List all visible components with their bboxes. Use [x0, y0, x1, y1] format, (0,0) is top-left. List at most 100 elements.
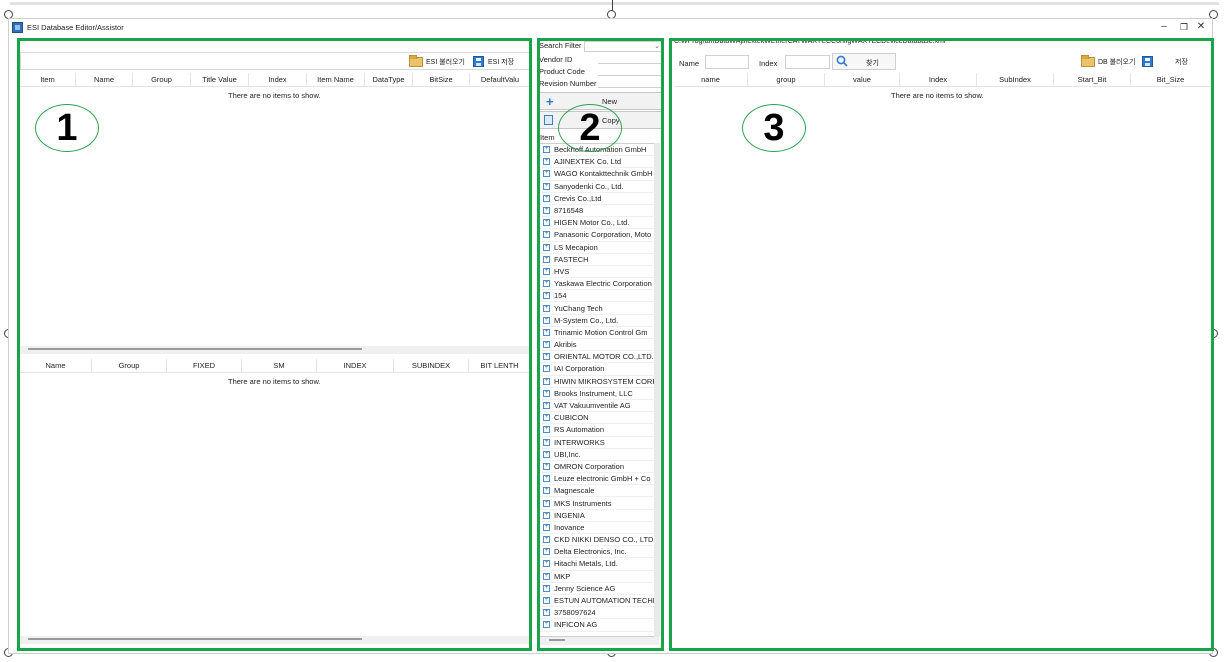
vendor-list-item[interactable]: + Yaskawa Electric Corporation: [540, 278, 658, 291]
column-header[interactable]: INDEX: [317, 359, 394, 372]
expand-icon[interactable]: +: [543, 207, 550, 215]
expand-icon[interactable]: +: [543, 414, 550, 422]
column-header[interactable]: DefaultValu: [470, 73, 530, 86]
vendor-list-item[interactable]: + RS Automation: [540, 424, 658, 437]
expand-icon[interactable]: +: [543, 328, 550, 336]
expand-icon[interactable]: +: [543, 280, 550, 288]
expand-icon[interactable]: +: [543, 548, 550, 556]
column-header[interactable]: Item Name: [307, 73, 365, 86]
vendor-list-item[interactable]: + INGENIA: [540, 510, 658, 522]
expand-icon[interactable]: +: [543, 523, 550, 531]
column-header[interactable]: Index: [900, 73, 977, 86]
vendor-list-item[interactable]: + ORIENTAL MOTOR CO.,LTD.: [540, 351, 658, 364]
scroll-thumb[interactable]: [28, 638, 362, 640]
expand-icon[interactable]: +: [543, 267, 550, 275]
column-header[interactable]: FIXED: [167, 359, 242, 372]
esi-item-grid-hscroll[interactable]: [20, 346, 530, 354]
expand-icon[interactable]: +: [543, 462, 550, 470]
vendor-list-item[interactable]: + Brooks Instrument, LLC: [540, 388, 658, 400]
expand-icon[interactable]: +: [543, 231, 550, 239]
vendor-list-item[interactable]: + Leuze electronic GmbH + Co: [540, 473, 658, 486]
find-button[interactable]: 찾기: [832, 53, 896, 70]
expand-icon[interactable]: +: [543, 316, 550, 324]
expand-icon[interactable]: +: [543, 511, 550, 519]
index-filter-input[interactable]: [785, 55, 830, 69]
expand-icon[interactable]: +: [543, 146, 550, 154]
expand-icon[interactable]: +: [543, 475, 550, 483]
column-header[interactable]: BitSize: [413, 73, 470, 86]
column-header[interactable]: Title Value: [191, 73, 249, 86]
column-header[interactable]: SM: [242, 359, 317, 372]
column-header[interactable]: DataType: [365, 73, 413, 86]
expand-icon[interactable]: +: [543, 499, 550, 507]
column-header[interactable]: Start_Bit: [1054, 73, 1131, 86]
vendor-list-item[interactable]: + VAT Vakuumventile AG: [540, 400, 658, 413]
vendor-list-item[interactable]: + YuChang Tech: [540, 302, 658, 315]
vendor-list-item[interactable]: +3758097624: [540, 607, 658, 620]
expand-icon[interactable]: +: [543, 389, 550, 397]
vendor-list-item[interactable]: + Trinamic Motion Control Gm: [540, 327, 658, 339]
product-code-field[interactable]: [598, 65, 663, 76]
vendor-list-item[interactable]: + UBI,Inc.: [540, 449, 658, 461]
expand-icon[interactable]: +: [543, 621, 550, 629]
expand-icon[interactable]: +: [543, 584, 550, 592]
vendor-list-item[interactable]: + M-System Co., Ltd.: [540, 315, 658, 327]
expand-icon[interactable]: +: [543, 255, 550, 263]
db-load-button[interactable]: DB 불러오기: [1081, 54, 1135, 69]
scroll-thumb[interactable]: [28, 348, 362, 350]
expand-icon[interactable]: +: [543, 609, 550, 617]
vendor-list-item[interactable]: + Jenny Science AG: [540, 583, 658, 595]
scroll-thumb[interactable]: [549, 639, 565, 641]
expand-icon[interactable]: +: [543, 243, 550, 251]
vendor-list-item[interactable]: + OMRON Corporation: [540, 461, 658, 474]
expand-icon[interactable]: +: [543, 353, 550, 361]
vendor-list-item[interactable]: + WAGO Kontakttechnik GmbH: [540, 168, 658, 181]
vendor-list-item[interactable]: + INFICON AG: [540, 619, 658, 632]
esi-load-button[interactable]: ESI 불러오기: [409, 54, 465, 69]
name-filter-input[interactable]: [705, 55, 749, 69]
column-header[interactable]: Name: [76, 73, 133, 86]
vendor-list-item[interactable]: + Delta Electronics, Inc.: [540, 546, 658, 559]
vendor-list-item[interactable]: + Akribis: [540, 339, 658, 352]
vendor-list-item[interactable]: + LS Mecapion: [540, 242, 658, 254]
expand-icon[interactable]: +: [543, 377, 550, 385]
vendor-list-item[interactable]: + HVS: [540, 266, 658, 279]
expand-icon[interactable]: +: [543, 194, 550, 202]
column-header[interactable]: Group: [92, 359, 167, 372]
expand-icon[interactable]: +: [543, 170, 550, 178]
vendor-list-item[interactable]: + INTERWORKS: [540, 437, 658, 449]
esi-save-button[interactable]: ESI 저장: [473, 54, 514, 69]
vendor-list-item[interactable]: + MKS Instruments: [540, 497, 658, 510]
column-header[interactable]: BIT LENTH: [469, 359, 530, 372]
vendor-list-item[interactable]: + Hitachi Metals, Ltd.: [540, 558, 658, 571]
revision-number-field[interactable]: [598, 77, 663, 88]
search-filter-select[interactable]: ⌄: [584, 41, 663, 52]
column-header[interactable]: Group: [133, 73, 191, 86]
vendor-list-hscroll[interactable]: [539, 637, 659, 645]
column-header[interactable]: SUBINDEX: [394, 359, 469, 372]
vendor-list-item[interactable]: + ESTUN AUTOMATION TECHN: [540, 595, 658, 608]
expand-icon[interactable]: +: [543, 182, 550, 190]
expand-icon[interactable]: +: [543, 365, 550, 373]
vendor-list-item[interactable]: + FASTECH: [540, 254, 658, 266]
expand-icon[interactable]: +: [543, 597, 550, 605]
expand-icon[interactable]: +: [543, 341, 550, 349]
vendor-list-item[interactable]: + Panasonic Corporation, Moto: [540, 229, 658, 242]
vendor-list-item[interactable]: + CUBICON: [540, 412, 658, 425]
vendor-list-item[interactable]: + Crevis Co.,Ltd: [540, 193, 658, 205]
vendor-list-item[interactable]: + Inovance: [540, 522, 658, 534]
vendor-list-item[interactable]: +154: [540, 290, 658, 303]
vendor-list-item[interactable]: + MKP: [540, 571, 658, 583]
column-header[interactable]: name: [674, 73, 748, 86]
column-header[interactable]: value: [825, 73, 900, 86]
vendor-list-item[interactable]: + AJINEXTEK Co. Ltd: [540, 156, 658, 169]
expand-icon[interactable]: +: [543, 402, 550, 410]
vendor-list-item[interactable]: + IAI Corporation: [540, 363, 658, 376]
expand-icon[interactable]: +: [543, 219, 550, 227]
vendor-list-item[interactable]: +8716548: [540, 205, 658, 218]
expand-icon[interactable]: +: [543, 438, 550, 446]
vendor-list-vscroll[interactable]: [654, 143, 660, 637]
vendor-list-item[interactable]: + HIGEN Motor Co., Ltd.: [540, 217, 658, 230]
vendor-list-item[interactable]: + Magnescale: [540, 485, 658, 498]
column-header[interactable]: SubIndex: [977, 73, 1054, 86]
